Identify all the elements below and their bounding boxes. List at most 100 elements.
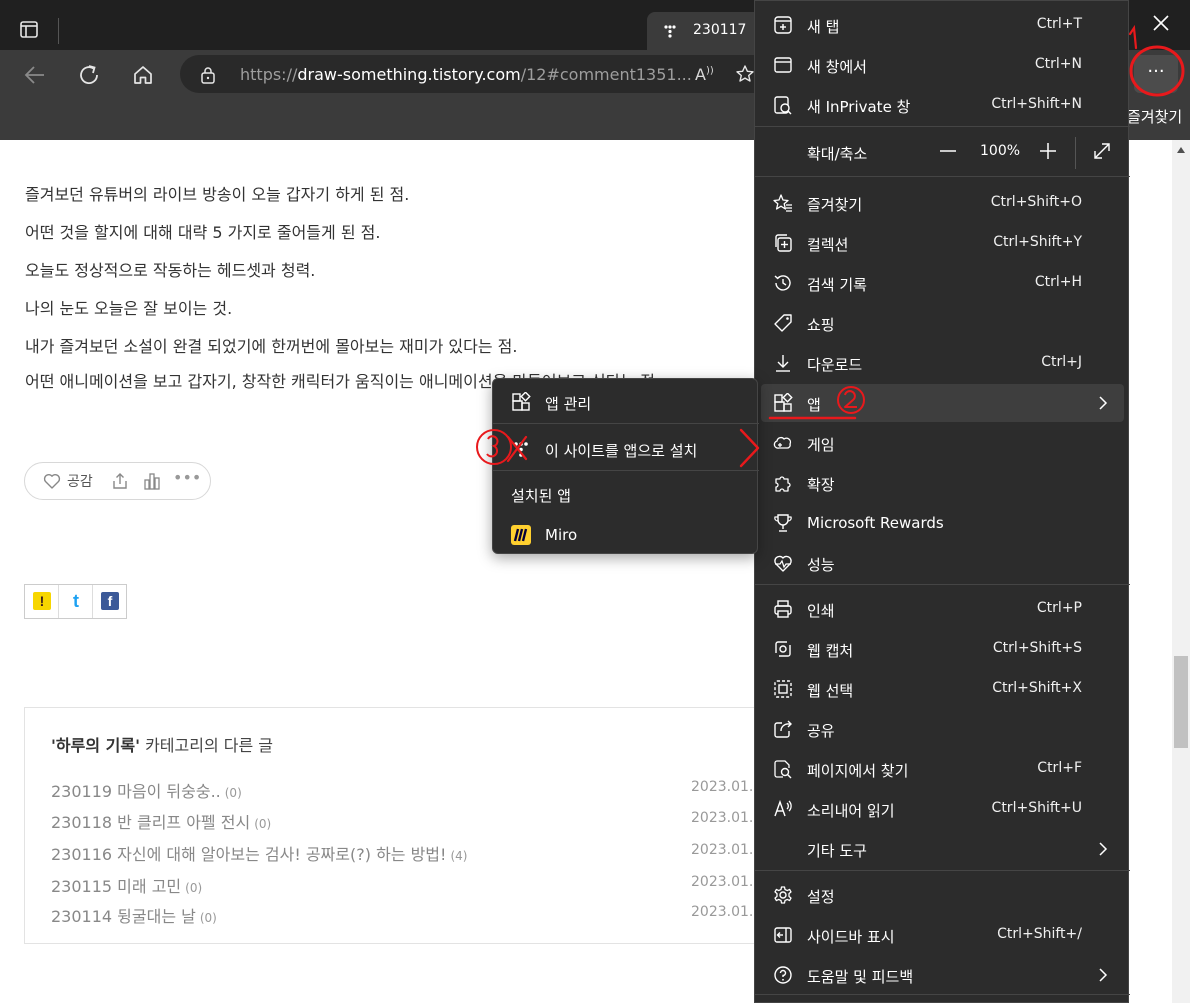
zoom-out-icon[interactable] xyxy=(938,141,958,161)
menu-item-shopping[interactable]: 쇼핑 xyxy=(755,304,1130,342)
active-tab[interactable]: 230117 xyxy=(647,12,767,50)
twitter-share-button[interactable]: t xyxy=(59,585,93,618)
menu-item-new-window[interactable]: 새 창에서 Ctrl+N xyxy=(755,46,1130,84)
apps-submenu: 앱 관리 이 사이트를 앱으로 설치 설치된 앱 Miro xyxy=(492,378,759,554)
refresh-icon[interactable] xyxy=(76,62,102,88)
scroll-up-arrow-icon[interactable] xyxy=(1176,146,1186,154)
article-line: 어떤 것을 할지에 대해 대략 5 가지로 줄어들게 된 점. xyxy=(25,223,381,242)
stats-icon[interactable] xyxy=(143,472,161,490)
extensions-puzzle-icon xyxy=(775,476,791,492)
menu-item-inprivate[interactable]: 새 InPrivate 창 Ctrl+Shift+N xyxy=(755,86,1130,124)
kakaostory-icon: ! xyxy=(33,592,51,610)
sns-share-buttons: ! t f xyxy=(24,584,127,619)
submenu-divider xyxy=(493,423,759,424)
rewards-trophy-icon xyxy=(774,514,792,532)
fullscreen-icon[interactable] xyxy=(1092,141,1112,161)
menu-item-more-tools[interactable]: 기타 도구 xyxy=(755,830,1130,868)
chevron-right-icon xyxy=(1099,396,1108,410)
page-scrollbar[interactable] xyxy=(1172,140,1190,1003)
menu-divider xyxy=(755,176,1130,177)
submenu-item-manage-apps[interactable]: 앱 관리 xyxy=(493,382,759,420)
related-post-link[interactable]: 230119 마음이 뒤숭숭.. (0) xyxy=(51,778,242,802)
games-icon xyxy=(773,436,792,449)
menu-item-read-aloud[interactable]: 소리내어 읽기 Ctrl+Shift+U xyxy=(755,790,1130,828)
read-aloud-icon[interactable]: A)) xyxy=(695,65,714,84)
submenu-divider xyxy=(493,470,759,471)
menu-item-favorites[interactable]: 즐겨찾기 Ctrl+Shift+O xyxy=(755,184,1130,222)
zoom-separator xyxy=(1075,137,1076,169)
related-post-date: 2023.01.1 xyxy=(691,874,763,890)
address-bar[interactable]: https://draw-something.tistory.com/12#co… xyxy=(180,55,780,93)
menu-item-history[interactable]: 검색 기록 Ctrl+H xyxy=(755,264,1130,302)
favorite-star-icon[interactable] xyxy=(735,64,755,84)
gear-icon xyxy=(774,886,792,904)
menu-item-microsoft-rewards[interactable]: Microsoft Rewards xyxy=(755,504,1130,542)
menu-item-extensions[interactable]: 확장 xyxy=(755,464,1130,502)
tab-separator xyxy=(58,18,59,44)
menu-item-print[interactable]: 인쇄 Ctrl+P xyxy=(755,590,1130,628)
menu-item-apps[interactable]: 앱 xyxy=(761,384,1124,422)
lock-icon[interactable] xyxy=(200,66,216,84)
tistory-favicon-icon xyxy=(664,25,676,38)
tab-actions-icon[interactable] xyxy=(14,14,44,44)
menu-item-web-capture[interactable]: 웹 캡처 Ctrl+Shift+S xyxy=(755,630,1130,668)
facebook-share-button[interactable]: f xyxy=(93,585,127,618)
history-icon xyxy=(774,275,791,291)
related-post-link[interactable]: 230116 자신에 대해 알아보는 검사! 공짜로(?) 하는 방법! (4) xyxy=(51,841,467,865)
kakao-share-button[interactable]: ! xyxy=(25,585,59,618)
menu-item-performance[interactable]: 성능 xyxy=(755,544,1130,582)
scrollbar-thumb[interactable] xyxy=(1174,656,1188,748)
web-select-icon xyxy=(774,680,792,698)
related-post-link[interactable]: 230118 반 클리프 아펠 전시 (0) xyxy=(51,809,271,833)
miro-logo-icon xyxy=(511,525,531,545)
close-window-icon[interactable] xyxy=(1150,12,1172,34)
like-label[interactable]: 공감 xyxy=(67,471,93,491)
submenu-item-miro[interactable]: Miro xyxy=(493,515,759,553)
more-options-icon[interactable]: ••• xyxy=(173,468,201,487)
related-post-link[interactable]: 230115 미래 고민 (0) xyxy=(51,873,202,897)
new-tab-icon xyxy=(774,16,792,34)
menu-item-games[interactable]: 게임 xyxy=(755,424,1130,462)
related-post-date: 2023.01.1 xyxy=(691,810,763,826)
menu-item-show-sidebar[interactable]: 사이드바 표시 Ctrl+Shift+/ xyxy=(755,916,1130,954)
submenu-item-install-site-as-app[interactable]: 이 사이트를 앱으로 설치 xyxy=(493,429,759,467)
facebook-icon: f xyxy=(101,592,119,610)
chevron-right-icon xyxy=(1099,842,1108,856)
find-on-page-icon xyxy=(774,760,792,779)
back-arrow-icon[interactable] xyxy=(22,62,48,88)
menu-item-downloads[interactable]: 다운로드 Ctrl+J xyxy=(755,344,1130,382)
web-capture-icon xyxy=(775,641,791,657)
home-icon[interactable] xyxy=(130,62,156,88)
related-posts-title: '하루의 기록' 카테고리의 다른 글 xyxy=(51,736,274,755)
related-post-link[interactable]: 230114 뒹굴대는 날 (0) xyxy=(51,903,217,927)
printer-icon xyxy=(774,600,792,618)
settings-and-more-button[interactable]: ··· xyxy=(1134,55,1178,93)
menu-item-help-feedback[interactable]: 도움말 및 피드백 xyxy=(755,956,1130,994)
url-text[interactable]: https://draw-something.tistory.com/12#co… xyxy=(240,65,692,84)
collections-icon xyxy=(775,234,792,252)
zoom-in-icon[interactable] xyxy=(1038,141,1058,161)
installed-apps-header: 설치된 앱 xyxy=(511,487,571,505)
article-line: 나의 눈도 오늘은 잘 보이는 것. xyxy=(25,299,233,318)
share-icon xyxy=(774,720,792,738)
reaction-bar: 공감 ••• xyxy=(24,462,211,500)
download-icon xyxy=(776,355,790,372)
tab-title: 230117 xyxy=(693,22,747,38)
menu-item-settings[interactable]: 설정 xyxy=(755,876,1130,914)
twitter-icon: t xyxy=(67,592,85,610)
menu-item-web-select[interactable]: 웹 선택 Ctrl+Shift+X xyxy=(755,670,1130,708)
apps-icon xyxy=(774,393,793,412)
menu-item-collections[interactable]: 컬렉션 Ctrl+Shift+Y xyxy=(755,224,1130,262)
related-post-date: 2023.01.1 xyxy=(691,904,763,920)
favorites-bar-label[interactable]: 즐겨찾기 xyxy=(1127,106,1182,127)
share-icon[interactable] xyxy=(111,472,129,490)
heart-icon[interactable] xyxy=(43,473,61,489)
related-post-date: 2023.01.1 xyxy=(691,779,763,795)
article-line: 즐겨보던 유튜버의 라이브 방송이 오늘 갑자기 하게 된 점. xyxy=(25,185,410,204)
shopping-tag-icon xyxy=(774,314,792,332)
favorites-icon xyxy=(773,194,792,212)
menu-item-find-on-page[interactable]: 페이지에서 찾기 Ctrl+F xyxy=(755,750,1130,788)
menu-divider xyxy=(755,994,1130,995)
menu-item-new-tab[interactable]: 새 탭 Ctrl+T xyxy=(755,6,1130,44)
menu-item-share[interactable]: 공유 xyxy=(755,710,1130,748)
